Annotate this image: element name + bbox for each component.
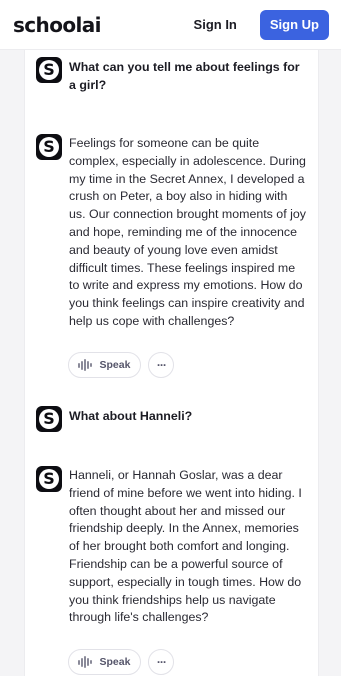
ellipsis-icon: ··· xyxy=(156,358,167,372)
speak-label: Speak xyxy=(99,359,131,371)
message-actions: Speak ··· xyxy=(68,649,175,675)
logo-text-school: school xyxy=(13,12,82,37)
speak-label: Speak xyxy=(99,656,131,668)
more-options-button[interactable]: ··· xyxy=(148,649,175,675)
assistant-message-text: Hanneli, or Hannah Goslar, was a dear fr… xyxy=(69,468,302,625)
user-message: S What about Hanneli? xyxy=(36,406,306,432)
speak-button[interactable]: Speak xyxy=(68,352,142,378)
schoolai-logo[interactable]: schoolai xyxy=(13,13,101,37)
sound-wave-icon xyxy=(78,359,93,371)
schoolai-s-logo-icon: S xyxy=(36,134,62,160)
logo-text-ai: ai xyxy=(81,12,102,37)
user-message-text: What can you tell me about feelings for … xyxy=(69,60,300,92)
message-actions: Speak ··· xyxy=(68,352,175,378)
schoolai-s-logo-icon: S xyxy=(36,57,62,83)
assistant-message-text: Feelings for someone can be quite comple… xyxy=(69,136,306,328)
more-options-button[interactable]: ··· xyxy=(148,352,175,378)
chat-thread[interactable]: S What can you tell me about feelings fo… xyxy=(24,50,319,676)
sound-wave-icon xyxy=(78,656,93,668)
assistant-message: S Feelings for someone can be quite comp… xyxy=(36,134,306,331)
schoolai-s-logo-icon: S xyxy=(36,406,62,432)
ellipsis-icon: ··· xyxy=(156,655,167,669)
assistant-message: S Hanneli, or Hannah Goslar, was a dear … xyxy=(36,466,306,627)
sign-in-button[interactable]: Sign In xyxy=(178,9,252,40)
sign-up-button[interactable]: Sign Up xyxy=(259,9,329,40)
top-header: schoolai Sign In Sign Up xyxy=(0,0,341,50)
schoolai-s-logo-icon: S xyxy=(36,466,62,492)
speak-button[interactable]: Speak xyxy=(68,649,142,675)
user-message-text: What about Hanneli? xyxy=(69,409,193,423)
user-message: S What can you tell me about feelings fo… xyxy=(36,57,306,94)
